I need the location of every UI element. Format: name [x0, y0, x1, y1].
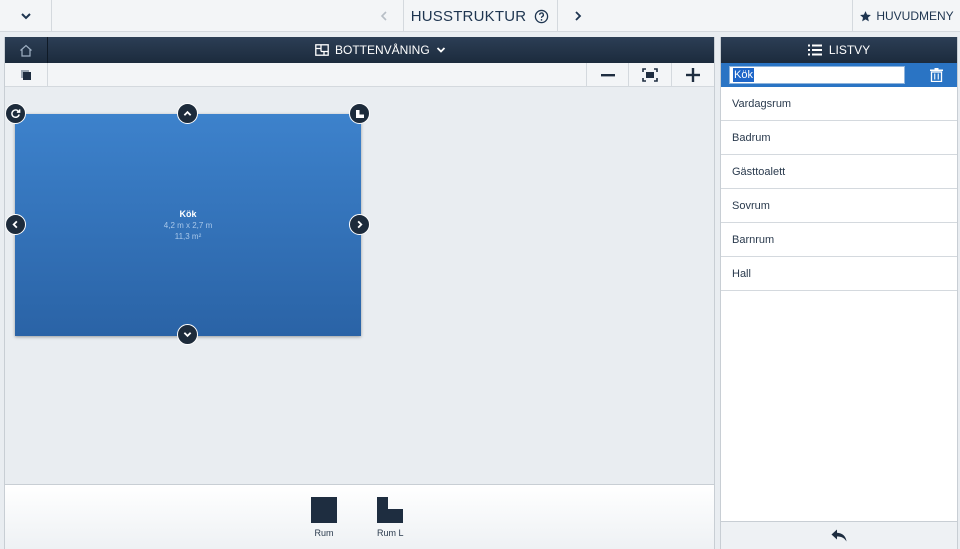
- l-shape-icon: [355, 109, 364, 118]
- home-button[interactable]: [5, 37, 48, 63]
- chevron-left-icon: [380, 11, 387, 21]
- list-item[interactable]: Badrum: [721, 121, 957, 155]
- room-shape-icon: [311, 497, 337, 523]
- list-view-header: LISTVY: [721, 37, 957, 63]
- room-dimensions: 4,2 m x 2,7 m: [163, 220, 213, 230]
- list-item[interactable]: Hall: [721, 257, 957, 291]
- palette-item-label: Rum: [314, 528, 334, 538]
- room-palette: Rum Rum L: [5, 484, 714, 549]
- floor-label: BOTTENVÅNING: [335, 43, 430, 57]
- list-icon: [807, 44, 822, 56]
- resize-up-handle[interactable]: [177, 103, 198, 124]
- room-area: 11,3 m²: [174, 231, 202, 241]
- floorplan-canvas[interactable]: Kök 4,2 m x 2,7 m 11,3 m²: [5, 87, 714, 484]
- list-view-panel: LISTVY Kök Vardagsrum Badrum Gästtoalett…: [720, 37, 958, 549]
- layers-icon: [21, 70, 31, 80]
- fit-screen-icon: [642, 68, 658, 82]
- main-menu-button[interactable]: HUVUDMENY: [853, 0, 960, 32]
- l-room-shape-icon: [377, 497, 404, 523]
- minus-icon: [600, 74, 615, 77]
- reply-arrow-icon: [831, 529, 847, 542]
- rotate-handle[interactable]: [5, 103, 26, 124]
- chevron-down-icon: [183, 332, 192, 338]
- title-area: HUSSTRUKTUR: [404, 0, 556, 32]
- room-name-value: Kök: [733, 68, 754, 82]
- page-title: HUSSTRUKTUR: [410, 7, 527, 25]
- palette-item-room-l[interactable]: Rum L: [377, 497, 404, 538]
- list-view-title: LISTVY: [828, 43, 871, 57]
- chevron-down-icon: [436, 47, 445, 53]
- main-menu-label: HUVUDMENY: [876, 9, 954, 23]
- delete-button[interactable]: [925, 66, 947, 84]
- list-item[interactable]: Vardagsrum: [721, 87, 957, 121]
- chevron-right-icon: [357, 220, 363, 229]
- chevron-left-icon: [12, 220, 18, 229]
- room-kok[interactable]: Kök 4,2 m x 2,7 m 11,3 m²: [15, 114, 361, 336]
- home-icon: [20, 44, 32, 57]
- floorplan-panel: BOTTENVÅNING Kök 4,2 m x 2,7 m 11,3 m² R…: [4, 37, 715, 549]
- floorplan-icon: [315, 44, 329, 56]
- room-name-bar: Kök: [721, 63, 957, 87]
- help-icon[interactable]: [534, 9, 549, 24]
- shape-handle[interactable]: [349, 103, 370, 124]
- room-name: Kök: [179, 208, 197, 219]
- palette-item-label: Rum L: [377, 528, 404, 538]
- list-item[interactable]: Barnrum: [721, 223, 957, 257]
- palette-item-room[interactable]: Rum: [311, 497, 337, 538]
- chevron-down-icon: [20, 13, 31, 20]
- star-icon: [860, 10, 872, 21]
- zoom-out-button[interactable]: [586, 63, 628, 87]
- chevron-up-icon: [183, 110, 192, 116]
- room-name-input[interactable]: [729, 66, 905, 84]
- resize-left-handle[interactable]: [5, 214, 26, 235]
- chevron-right-icon: [575, 11, 582, 21]
- list-item[interactable]: Gästtoalett: [721, 155, 957, 189]
- zoom-in-button[interactable]: [671, 63, 714, 87]
- trash-icon: [929, 68, 943, 82]
- collapse-button[interactable]: [0, 0, 51, 32]
- floor-selector[interactable]: BOTTENVÅNING: [315, 37, 446, 63]
- back-button[interactable]: [721, 521, 957, 549]
- plus-icon: [686, 68, 700, 82]
- next-button[interactable]: [566, 0, 590, 32]
- resize-down-handle[interactable]: [177, 324, 198, 345]
- fit-to-screen-button[interactable]: [628, 63, 671, 87]
- list-item[interactable]: Sovrum: [721, 189, 957, 223]
- resize-right-handle[interactable]: [349, 214, 370, 235]
- room-list: Vardagsrum Badrum Gästtoalett Sovrum Bar…: [721, 87, 957, 291]
- rotate-icon: [11, 109, 21, 118]
- layers-button[interactable]: [5, 63, 48, 87]
- floorplan-toolbar: [5, 63, 714, 87]
- top-bar: HUSSTRUKTUR HUVUDMENY: [0, 0, 960, 32]
- floorplan-header: BOTTENVÅNING: [5, 37, 714, 63]
- prev-button[interactable]: [372, 0, 396, 32]
